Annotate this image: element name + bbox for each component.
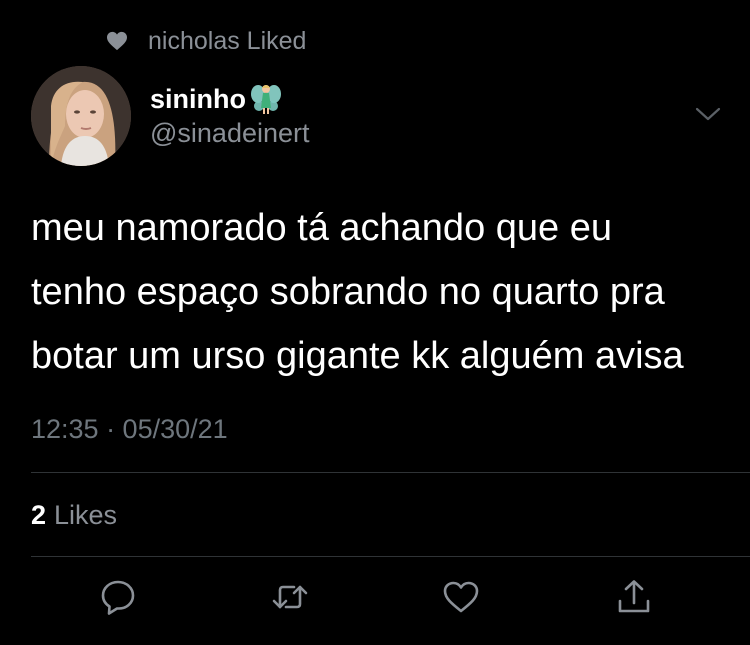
share-icon <box>618 580 650 613</box>
social-context-text[interactable]: nicholas Liked <box>148 27 306 56</box>
likes-count: 2 <box>31 500 47 530</box>
likes-label: Likes <box>54 500 118 530</box>
tweet-text: meu namorado tá achando que eu tenho esp… <box>31 196 731 388</box>
divider <box>31 472 750 473</box>
tweet-text-line: botar um urso gigante kk alguém avisa <box>31 335 684 377</box>
chevron-down-icon[interactable] <box>694 104 722 124</box>
like-icon <box>443 581 479 613</box>
avatar-image <box>31 66 131 166</box>
author-name-row[interactable]: sininho <box>150 82 282 116</box>
heart-icon <box>107 31 127 51</box>
tweet-timestamp[interactable]: 12:35 · 05/30/21 <box>31 414 228 445</box>
fairy-emoji-icon <box>251 85 281 114</box>
like-button[interactable] <box>439 575 483 619</box>
likes-stat[interactable]: 2 Likes <box>31 500 117 531</box>
avatar[interactable] <box>31 66 131 166</box>
retweet-button[interactable] <box>268 575 312 619</box>
social-context: nicholas Liked <box>106 26 306 56</box>
retweet-icon <box>272 585 308 609</box>
tweet-text-line: meu namorado tá achando que eu <box>31 207 612 249</box>
tweet-text-line: tenho espaço sobrando no quarto pra <box>31 271 665 313</box>
share-button[interactable] <box>612 575 656 619</box>
divider <box>31 556 750 557</box>
action-bar <box>0 575 750 625</box>
reply-button[interactable] <box>96 575 140 619</box>
reply-icon <box>101 580 135 615</box>
display-name[interactable]: sininho <box>150 84 246 115</box>
author-handle[interactable]: @sinadeinert <box>150 118 310 149</box>
